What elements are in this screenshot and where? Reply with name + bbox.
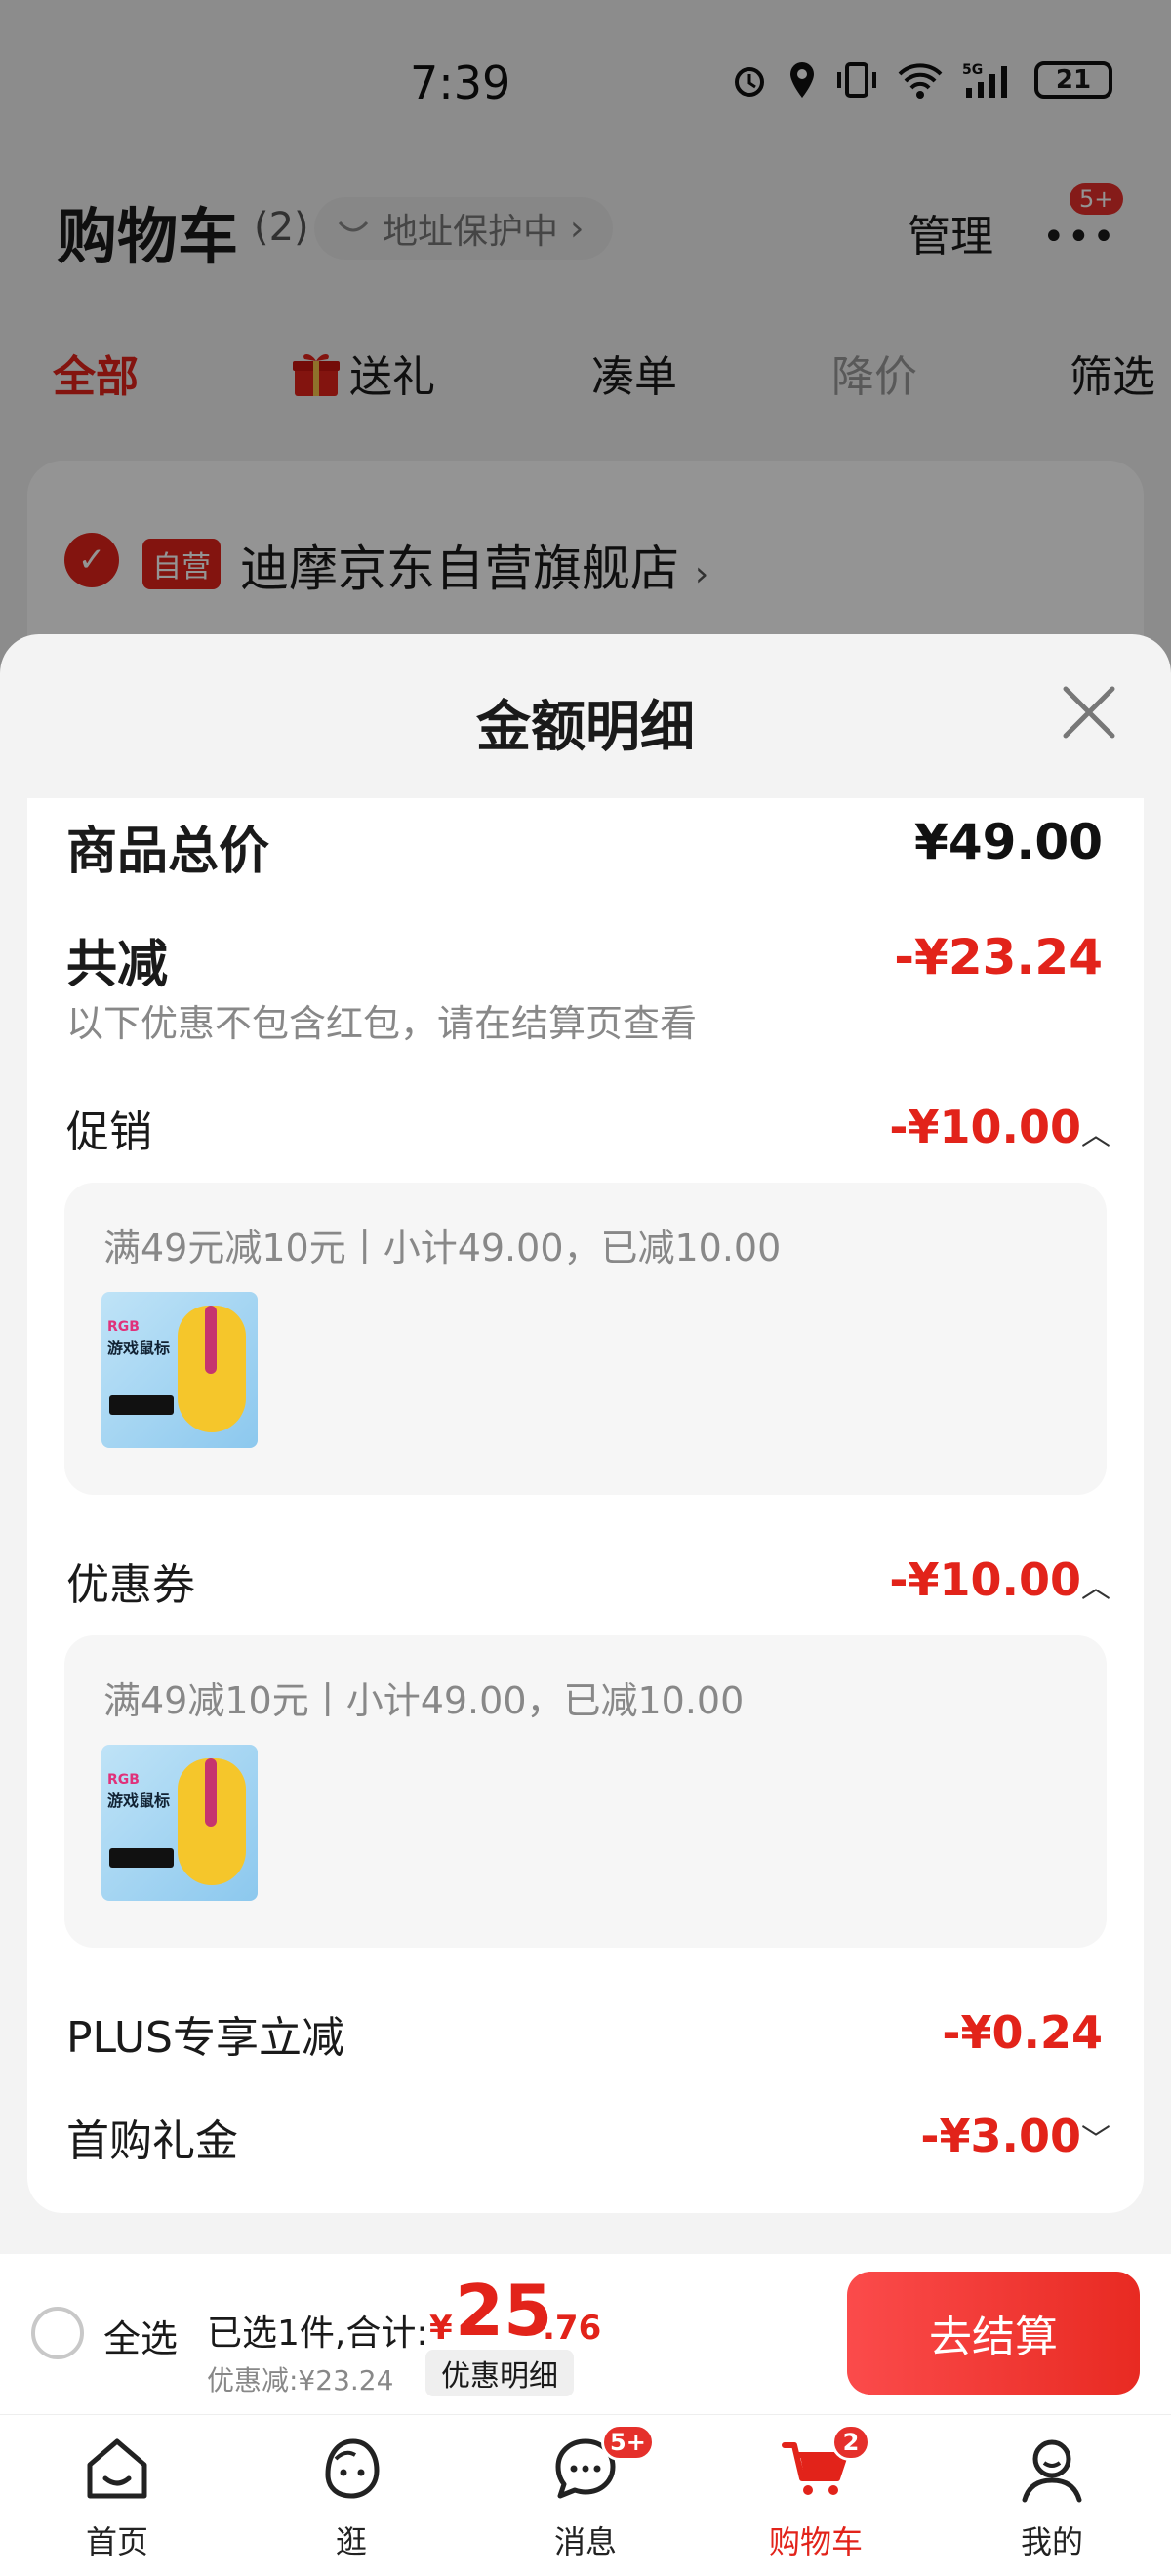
first-gift-value[interactable]: -¥3.00 — [920, 2110, 1081, 2162]
thumb-line2: 游戏鼠标 — [107, 1339, 171, 1357]
tabbar-label-cart: 购物车 — [768, 2523, 863, 2560]
thumb-line2: 游戏鼠标 — [107, 1791, 171, 1810]
discount-detail-button[interactable]: 优惠明细 — [425, 2350, 574, 2396]
explore-face-icon — [325, 2438, 380, 2499]
home-icon — [87, 2438, 147, 2499]
close-icon[interactable] — [1060, 683, 1118, 742]
product-thumbnail[interactable]: RGB 游戏鼠标 — [101, 1292, 258, 1448]
discount-note: 以下优惠不包含红包，请在结算页查看 — [66, 1002, 698, 1045]
cart-badge: 2 — [831, 2424, 870, 2461]
total-price-label: 商品总价 — [66, 823, 270, 881]
tabbar-label-home: 首页 — [85, 2523, 148, 2560]
tabbar-label-explore: 逛 — [335, 2523, 367, 2560]
mouse-stripe — [205, 1306, 217, 1374]
tabbar-item-messages[interactable]: 5+ 消息 — [507, 2424, 664, 2566]
selected-summary: 已选1件,合计: — [207, 2314, 428, 2354]
tabbar-item-explore[interactable]: 逛 — [273, 2430, 429, 2566]
tabbar-label-me: 我的 — [1020, 2523, 1083, 2560]
coupon-label: 优惠券 — [66, 1560, 195, 1610]
first-gift-label: 首购礼金 — [66, 2116, 238, 2166]
thumb-dpi-bar — [109, 1395, 174, 1415]
checkout-button[interactable]: 去结算 — [847, 2272, 1140, 2395]
messages-badge: 5+ — [601, 2424, 655, 2461]
chevron-down-icon[interactable]: ﹀ — [1081, 2115, 1110, 2158]
total-price-value: ¥49.00 — [914, 814, 1103, 870]
promotion-value[interactable]: -¥10.00 — [889, 1101, 1081, 1153]
coupon-value[interactable]: -¥10.00 — [889, 1553, 1081, 1606]
coupon-detail-text: 满49减10元丨小计49.00，已减10.00 — [103, 1679, 745, 1722]
discount-total-value: -¥23.24 — [894, 929, 1103, 986]
user-icon — [1022, 2439, 1082, 2503]
tabbar-item-home[interactable]: 首页 — [39, 2430, 195, 2566]
total-amount-integer: 25 — [455, 2270, 553, 2352]
sheet-title: 金额明细 — [476, 696, 695, 759]
promotion-detail-text: 满49元减10元丨小计49.00，已减10.00 — [103, 1227, 782, 1269]
thumb-line1: RGB — [107, 1772, 140, 1788]
saved-amount: 优惠减:¥23.24 — [207, 2364, 394, 2396]
mouse-stripe — [205, 1758, 217, 1827]
select-all-label[interactable]: 全选 — [103, 2309, 178, 2362]
tabbar-item-cart[interactable]: 2 购物车 — [738, 2424, 894, 2566]
total-amount-decimal: .76 — [543, 2309, 602, 2348]
tabbar-label-messages: 消息 — [553, 2523, 617, 2560]
discount-total-label: 共减 — [66, 936, 169, 994]
product-thumbnail[interactable]: RGB 游戏鼠标 — [101, 1745, 258, 1901]
thumb-line1: RGB — [107, 1319, 140, 1335]
promotion-label: 促销 — [66, 1107, 152, 1157]
total-currency: ¥ — [429, 2309, 453, 2348]
select-all-checkbox[interactable] — [31, 2307, 84, 2359]
chevron-up-icon[interactable]: ︿ — [1081, 1563, 1110, 1606]
thumb-dpi-bar — [109, 1848, 174, 1868]
plus-discount-value: -¥0.24 — [942, 2006, 1103, 2059]
plus-discount-label: PLUS专享立减 — [66, 2013, 344, 2063]
tabbar-item-me[interactable]: 我的 — [974, 2430, 1130, 2566]
chevron-up-icon[interactable]: ︿ — [1081, 1110, 1110, 1153]
